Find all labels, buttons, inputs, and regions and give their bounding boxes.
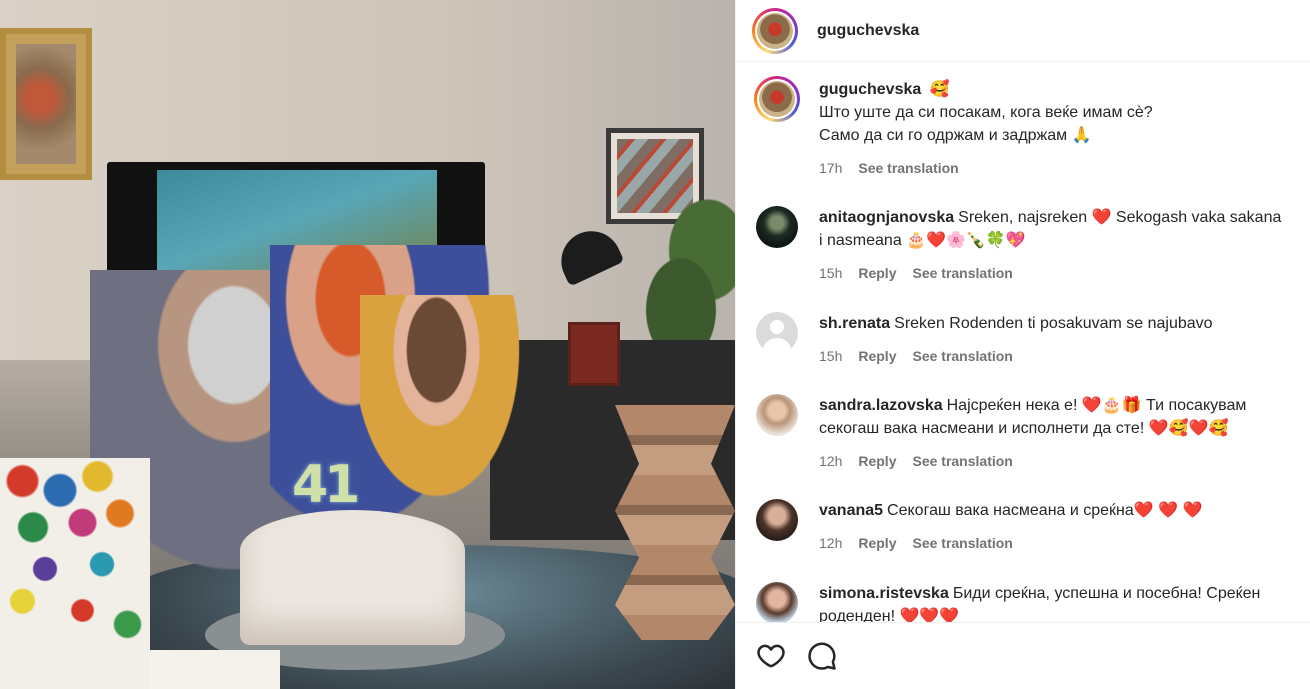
caption-line-1: Што уште да си посакам, кога веќе имам с… (819, 104, 1153, 121)
photo-small-frame (568, 322, 620, 386)
comment-username[interactable]: sandra.lazovska (819, 397, 943, 414)
see-translation-button[interactable]: See translation (912, 345, 1012, 368)
comment-icon[interactable] (807, 641, 837, 671)
caption-see-translation[interactable]: See translation (858, 157, 958, 180)
post-side-panel: guguchevska guguchevska 🥰 Што уште да си… (735, 0, 1310, 689)
comment-item: vanana5 Секогаш вака насмеана и среќна❤️ … (756, 499, 1296, 555)
post-actions (736, 622, 1310, 689)
commenter-avatar[interactable] (756, 206, 798, 248)
comment-username[interactable]: vanana5 (819, 502, 883, 519)
reply-button[interactable]: Reply (858, 450, 896, 473)
see-translation-button[interactable]: See translation (912, 450, 1012, 473)
see-translation-button[interactable]: See translation (912, 532, 1012, 555)
caption-avatar[interactable] (754, 76, 800, 122)
comment-item: sandra.lazovska Најсреќен нека е! ❤️🎂🎁 Ти… (756, 394, 1296, 473)
comment-time[interactable]: 12h (819, 532, 842, 555)
reply-button[interactable]: Reply (858, 345, 896, 368)
commenter-avatar[interactable] (756, 312, 798, 354)
comments-list[interactable]: guguchevska 🥰 Што уште да си посакам, ко… (736, 62, 1310, 622)
photo-painting-left (0, 28, 92, 180)
reply-button[interactable]: Reply (858, 262, 896, 285)
comment-item: sh.renata Sreken Rodenden ti posakuvam se… (756, 312, 1296, 368)
comment-username[interactable]: sh.renata (819, 315, 890, 332)
comment-text: Sreken Rodenden ti posakuvam se najubavo (894, 315, 1213, 332)
photo-candles: 41 (292, 455, 360, 515)
caption-username[interactable]: guguchevska (819, 81, 921, 98)
author-username[interactable]: guguchevska (817, 22, 919, 40)
heart-icon[interactable] (756, 641, 786, 671)
comment-time[interactable]: 12h (819, 450, 842, 473)
author-avatar[interactable] (752, 7, 798, 54)
caption-line-2: Само да си го одржам и задржам 🙏 (819, 127, 1092, 144)
comment-item: anitaognjanovska Sreken, najsreken ❤️ Sek… (756, 206, 1296, 285)
comment-time[interactable]: 15h (819, 345, 842, 368)
photo-vase (615, 405, 735, 640)
caption-emoji: 🥰 (929, 81, 950, 98)
photo-child (360, 295, 530, 515)
comment-text: Секогаш вака насмеана и среќна❤️ ❤️ ❤️ (887, 502, 1203, 519)
commenter-avatar[interactable] (756, 499, 798, 541)
post-header: guguchevska (736, 0, 1310, 62)
commenter-avatar[interactable] (756, 394, 798, 436)
photo-card-bottom (150, 650, 280, 689)
comment-time[interactable]: 15h (819, 262, 842, 285)
post-caption: guguchevska 🥰 Што уште да си посакам, ко… (754, 76, 1296, 180)
caption-time[interactable]: 17h (819, 157, 842, 180)
comment-username[interactable]: simona.ristevska (819, 585, 949, 602)
commenter-avatar[interactable] (756, 582, 798, 622)
see-translation-button[interactable]: See translation (912, 262, 1012, 285)
photo-card (0, 458, 150, 689)
post-photo[interactable]: 41 (0, 0, 735, 689)
reply-button[interactable]: Reply (858, 532, 896, 555)
photo-cake (240, 510, 465, 645)
comment-item: simona.ristevska Биди среќна, успешна и п… (756, 582, 1296, 622)
comment-username[interactable]: anitaognjanovska (819, 209, 954, 226)
